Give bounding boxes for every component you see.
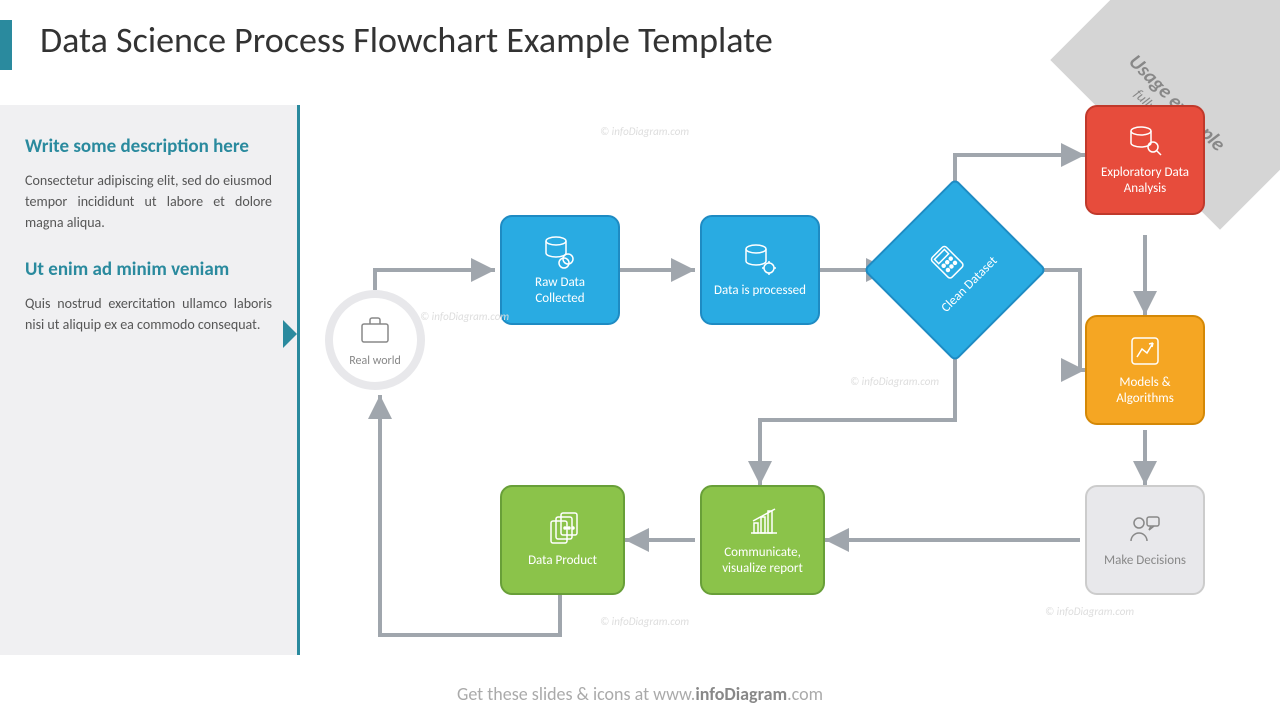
watermark: © infoDiagram.com <box>420 310 509 323</box>
node-label: Exploratory Data Analysis <box>1095 165 1195 196</box>
database-coins-icon <box>542 233 578 269</box>
node-real-world: Real world <box>325 290 425 390</box>
footer-post: .com <box>787 683 823 705</box>
node-label: Raw Data Collected <box>510 275 610 306</box>
node-label: Models & Algorithms <box>1095 375 1195 406</box>
chart-box-icon <box>1127 333 1163 369</box>
sidebar-heading-1: Write some description here <box>25 135 272 158</box>
node-data-product: Data Product <box>500 485 625 595</box>
node-models: Models & Algorithms <box>1085 315 1205 425</box>
sidebar-para-1: Consectetur adipiscing elit, sed do eius… <box>25 170 272 233</box>
footer: Get these slides & icons at www.infoDiag… <box>0 683 1280 705</box>
documents-icon <box>545 511 581 547</box>
database-gear-icon <box>742 241 778 277</box>
page-title: Data Science Process Flowchart Example T… <box>40 18 773 62</box>
node-label: Communicate, visualize report <box>710 545 815 576</box>
title-accent <box>0 20 12 70</box>
briefcase-icon <box>357 312 393 348</box>
watermark: © infoDiagram.com <box>600 125 689 138</box>
watermark: © infoDiagram.com <box>600 615 689 628</box>
user-speech-icon <box>1127 511 1163 547</box>
sidebar-para-2: Quis nostrud exercitation ullamco labori… <box>25 293 272 335</box>
flowchart-canvas: Real world Raw Data Collected Data is pr… <box>300 100 1280 660</box>
footer-pre: Get these slides & icons at www. <box>457 683 695 705</box>
footer-bold: infoDiagram <box>695 683 787 705</box>
database-search-icon <box>1127 123 1163 159</box>
node-raw-data: Raw Data Collected <box>500 215 620 325</box>
watermark: © infoDiagram.com <box>1045 605 1134 618</box>
node-label: Make Decisions <box>1104 553 1186 569</box>
node-data-processed: Data is processed <box>700 215 820 325</box>
node-decisions: Make Decisions <box>1085 485 1205 595</box>
node-label: Data Product <box>528 553 597 569</box>
node-label: Real world <box>349 354 401 368</box>
bar-chart-icon <box>745 503 781 539</box>
node-eda: Exploratory Data Analysis <box>1085 105 1205 215</box>
watermark: © infoDiagram.com <box>850 375 939 388</box>
sidebar-heading-2: Ut enim ad minim veniam <box>25 258 272 281</box>
node-communicate: Communicate, visualize report <box>700 485 825 595</box>
node-label: Data is processed <box>714 283 806 299</box>
description-sidebar: Write some description here Consectetur … <box>0 105 300 655</box>
